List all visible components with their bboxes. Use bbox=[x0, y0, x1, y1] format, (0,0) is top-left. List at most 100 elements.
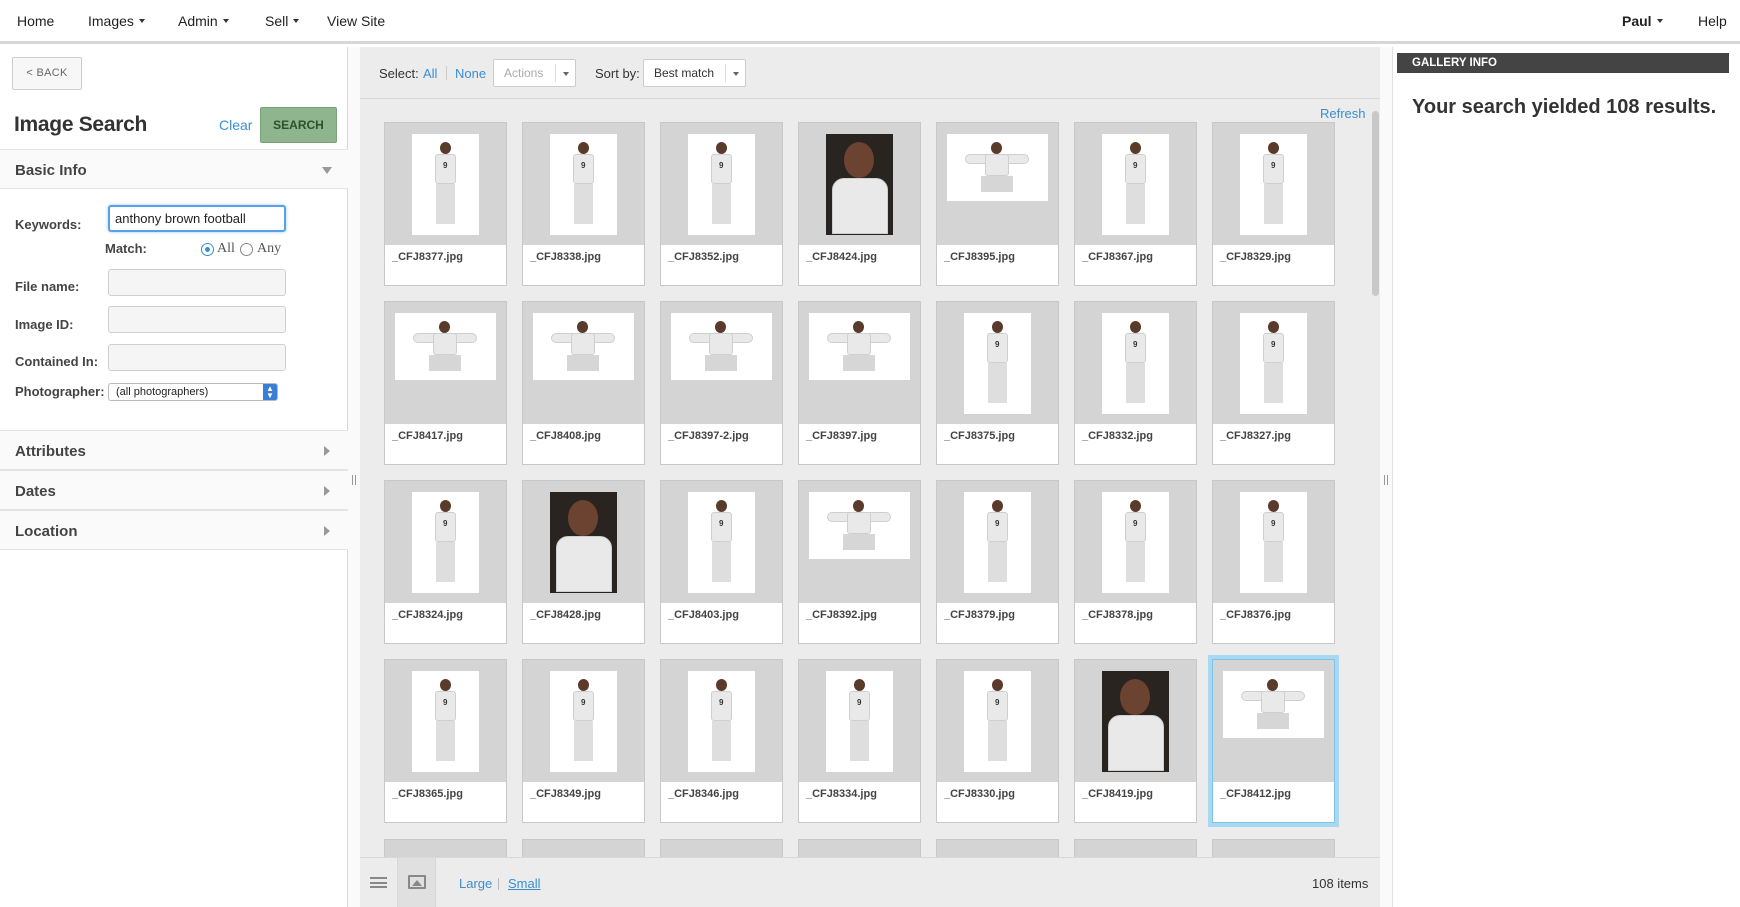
thumbnail-frame: 9 bbox=[385, 123, 506, 245]
athlete-figure: 9 bbox=[826, 671, 893, 772]
thumbnail-frame: 9 bbox=[661, 481, 782, 603]
thumbnail-card[interactable]: 9 _CFJ8330.jpg bbox=[936, 659, 1059, 823]
thumbnail-card[interactable]: 9 _CFJ8377.jpg bbox=[384, 122, 507, 286]
thumbnail-frame bbox=[799, 840, 920, 857]
thumbnail-filename: _CFJ8329.jpg bbox=[1220, 251, 1291, 263]
thumbnail-card[interactable]: 9 _CFJ8327.jpg bbox=[1212, 301, 1335, 465]
thumbnail-card[interactable]: 9 _CFJ8352.jpg bbox=[660, 122, 783, 286]
thumbnail-frame bbox=[799, 481, 920, 603]
nav-user-menu[interactable]: Paul bbox=[1622, 13, 1663, 29]
thumbnail-card[interactable]: 9 _CFJ8329.jpg bbox=[1212, 122, 1335, 286]
thumbnail-card[interactable]: _CFJ8428.jpg bbox=[522, 480, 645, 644]
file-name-input[interactable] bbox=[108, 269, 286, 296]
thumbnail-card[interactable]: _CFJ8419.jpg bbox=[1074, 659, 1197, 823]
athlete-legs bbox=[988, 363, 1007, 403]
athlete-head bbox=[716, 679, 727, 691]
photographer-select[interactable]: (all photographers) ▲ ▼ bbox=[108, 383, 278, 401]
thumbnail-card[interactable]: 9 _CFJ8324.jpg bbox=[384, 480, 507, 644]
thumbnail-card[interactable]: 9 _CFJ8332.jpg bbox=[1074, 301, 1197, 465]
athlete-figure bbox=[809, 492, 910, 559]
location-section-header[interactable]: Location bbox=[0, 510, 348, 550]
select-all-link[interactable]: All bbox=[423, 66, 437, 81]
athlete-figure: 9 bbox=[550, 134, 617, 235]
thumbnail-card[interactable]: _CFJ8397-2.jpg bbox=[660, 301, 783, 465]
attributes-section-header[interactable]: Attributes bbox=[0, 430, 348, 470]
triangle-right-icon bbox=[324, 486, 330, 496]
select-none-link[interactable]: None bbox=[455, 66, 486, 81]
thumbnail-card-partial[interactable] bbox=[936, 839, 1059, 857]
jersey-number: 9 bbox=[1271, 340, 1276, 349]
search-button[interactable]: SEARCH bbox=[260, 107, 337, 143]
contained-in-input[interactable] bbox=[108, 344, 286, 371]
thumbnail-card-partial[interactable] bbox=[1212, 839, 1335, 857]
photo-thumbnail: 9 bbox=[688, 671, 755, 772]
thumbnail-card[interactable]: 9 _CFJ8338.jpg bbox=[522, 122, 645, 286]
thumbnail-card-partial[interactable] bbox=[660, 839, 783, 857]
thumbnail-card-partial[interactable] bbox=[798, 839, 921, 857]
photo-thumbnail: 9 bbox=[412, 492, 479, 593]
thumbnail-card[interactable]: 9 _CFJ8365.jpg bbox=[384, 659, 507, 823]
thumbnail-card-partial[interactable] bbox=[1074, 839, 1197, 857]
thumbnail-filename: _CFJ8403.jpg bbox=[668, 609, 739, 621]
image-id-input[interactable] bbox=[108, 306, 286, 333]
basic-info-label: Basic Info bbox=[15, 162, 87, 179]
thumbnail-card[interactable]: 9 _CFJ8334.jpg bbox=[798, 659, 921, 823]
athlete-legs bbox=[705, 355, 737, 371]
jersey-number: 9 bbox=[1271, 161, 1276, 170]
nav-view-site[interactable]: View Site bbox=[327, 13, 385, 29]
athlete-legs bbox=[981, 176, 1013, 192]
size-large-link[interactable]: Large bbox=[459, 876, 492, 891]
match-any-radio[interactable] bbox=[240, 243, 253, 256]
jersey-number: 9 bbox=[1133, 519, 1138, 528]
thumbnail-frame: 9 bbox=[937, 302, 1058, 424]
thumbnail-card-partial[interactable] bbox=[522, 839, 645, 857]
nav-home[interactable]: Home bbox=[17, 13, 54, 29]
dates-section-header[interactable]: Dates bbox=[0, 470, 348, 510]
basic-info-section-header[interactable]: Basic Info bbox=[0, 149, 348, 189]
nav-images[interactable]: Images bbox=[88, 13, 145, 29]
actions-dropdown[interactable]: Actions bbox=[493, 59, 576, 87]
thumbnail-card[interactable]: 9 _CFJ8346.jpg bbox=[660, 659, 783, 823]
thumbnail-card[interactable]: _CFJ8392.jpg bbox=[798, 480, 921, 644]
thumbnail-card[interactable]: _CFJ8395.jpg bbox=[936, 122, 1059, 286]
thumbnail-card[interactable]: 9 _CFJ8349.jpg bbox=[522, 659, 645, 823]
thumbnail-card[interactable]: _CFJ8397.jpg bbox=[798, 301, 921, 465]
athlete-figure: 9 bbox=[412, 671, 479, 772]
nav-admin[interactable]: Admin bbox=[178, 13, 229, 29]
thumbnail-card[interactable]: _CFJ8417.jpg bbox=[384, 301, 507, 465]
jersey-number: 9 bbox=[1133, 161, 1138, 170]
athlete-jersey bbox=[832, 178, 888, 234]
size-small-link[interactable]: Small bbox=[508, 876, 541, 891]
nav-sell[interactable]: Sell bbox=[265, 13, 300, 29]
thumbnail-card[interactable]: _CFJ8424.jpg bbox=[798, 122, 921, 286]
thumbnail-view-button[interactable] bbox=[398, 858, 436, 907]
keywords-input[interactable] bbox=[108, 205, 286, 232]
back-button[interactable]: < BACK bbox=[12, 57, 82, 90]
nav-help[interactable]: Help bbox=[1698, 13, 1727, 29]
thumbnail-card[interactable]: 9 _CFJ8376.jpg bbox=[1212, 480, 1335, 644]
athlete-head bbox=[578, 679, 589, 691]
match-all-radio[interactable] bbox=[201, 243, 214, 256]
left-splitter[interactable] bbox=[348, 47, 360, 907]
thumbnail-filename: _CFJ8324.jpg bbox=[392, 609, 463, 621]
thumbnail-card[interactable]: 9 _CFJ8379.jpg bbox=[936, 480, 1059, 644]
list-view-button[interactable] bbox=[360, 858, 398, 907]
thumbnail-frame bbox=[799, 123, 920, 245]
thumbnail-card[interactable]: 9 _CFJ8367.jpg bbox=[1074, 122, 1197, 286]
thumbnail-card[interactable]: _CFJ8412.jpg bbox=[1212, 659, 1335, 823]
thumbnail-card-partial[interactable] bbox=[384, 839, 507, 857]
thumbnail-filename: _CFJ8365.jpg bbox=[392, 788, 463, 800]
results-statusbar: Large Small 108 items bbox=[360, 857, 1380, 907]
clear-link[interactable]: Clear bbox=[219, 117, 252, 133]
grid-scrollbar[interactable] bbox=[1372, 111, 1379, 296]
photo-thumbnail: 9 bbox=[412, 671, 479, 772]
athlete-figure: 9 bbox=[1240, 134, 1307, 235]
thumbnail-filename: _CFJ8397-2.jpg bbox=[668, 430, 749, 442]
thumbnail-card[interactable]: 9 _CFJ8378.jpg bbox=[1074, 480, 1197, 644]
thumbnail-card[interactable]: _CFJ8408.jpg bbox=[522, 301, 645, 465]
thumbnail-card[interactable]: 9 _CFJ8375.jpg bbox=[936, 301, 1059, 465]
athlete-figure: 9 bbox=[412, 134, 479, 235]
right-splitter[interactable] bbox=[1380, 47, 1392, 907]
thumbnail-card[interactable]: 9 _CFJ8403.jpg bbox=[660, 480, 783, 644]
sort-by-dropdown[interactable]: Best match bbox=[643, 59, 746, 87]
